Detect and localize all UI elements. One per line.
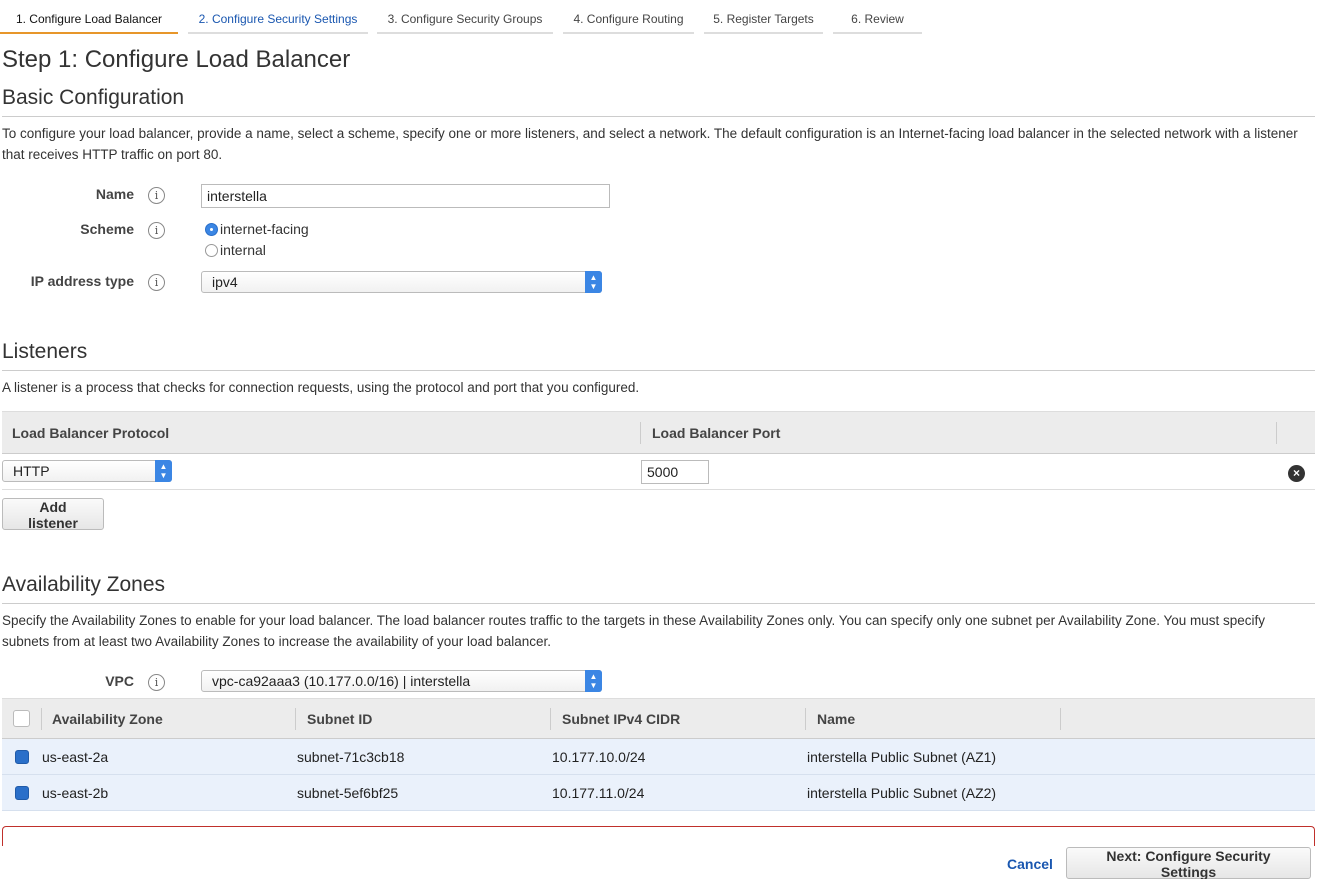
row-checkbox[interactable] (15, 786, 29, 800)
col-subnet-cidr-header: Subnet IPv4 CIDR (562, 711, 681, 727)
tab-register-targets[interactable]: 5. Register Targets (704, 0, 823, 34)
name-input[interactable] (201, 184, 610, 208)
col-name-header: Name (817, 711, 856, 727)
scheme-option-label: internet-facing (220, 221, 309, 237)
col-protocol-header: Load Balancer Protocol (12, 425, 170, 441)
ip-info-icon[interactable]: i (148, 274, 165, 291)
column-separator (41, 708, 42, 730)
ip-address-type-value: ipv4 (212, 274, 238, 290)
radio-unselected-icon[interactable] (205, 243, 218, 257)
scheme-info-icon[interactable]: i (148, 222, 165, 239)
availability-zones-description: Specify the Availability Zones to enable… (2, 613, 1266, 649)
listeners-table-header: Load Balancer Protocol Load Balancer Por… (2, 411, 1315, 454)
wizard-tabs: 1. Configure Load Balancer 2. Configure … (0, 0, 930, 34)
column-separator (1060, 708, 1061, 730)
col-availability-zone-header: Availability Zone (52, 711, 163, 727)
name-label: Name (95, 186, 134, 202)
divider (2, 370, 1315, 371)
divider (2, 603, 1315, 604)
name-info-icon[interactable]: i (148, 187, 165, 204)
error-alert-box (2, 826, 1315, 846)
tab-configure-load-balancer[interactable]: 1. Configure Load Balancer (0, 0, 178, 34)
ip-address-type-select[interactable]: ipv4 ▲ ▼ (201, 271, 602, 293)
listener-protocol-select[interactable]: HTTP ▲ ▼ (2, 460, 172, 482)
basic-config-heading: Basic Configuration (2, 86, 185, 109)
select-arrows-icon: ▲ ▼ (155, 460, 172, 482)
basic-config-description: To configure your load balancer, provide… (2, 126, 1298, 162)
subnet-id-cell: subnet-5ef6bf25 (297, 785, 399, 801)
radio-selected-icon[interactable] (205, 222, 218, 236)
listeners-description: A listener is a process that checks for … (2, 380, 640, 395)
listeners-heading: Listeners (2, 340, 88, 363)
subnet-id-cell: subnet-71c3cb18 (297, 749, 405, 765)
tab-configure-security-groups[interactable]: 3. Configure Security Groups (377, 0, 553, 34)
page-title: Step 1: Configure Load Balancer (2, 46, 351, 73)
column-separator (805, 708, 806, 730)
add-listener-button[interactable]: Add listener (2, 498, 104, 531)
zones-table-header: Availability Zone Subnet ID Subnet IPv4 … (2, 698, 1315, 739)
subnet-name-cell: interstella Public Subnet (AZ1) (807, 749, 997, 765)
listener-port-input[interactable] (641, 460, 709, 484)
scheme-option-internal[interactable]: internal (205, 242, 266, 258)
select-arrows-icon: ▲ ▼ (585, 271, 602, 293)
cancel-button[interactable]: Cancel (1007, 856, 1053, 872)
subnet-cidr-cell: 10.177.10.0/24 (552, 749, 646, 765)
select-arrows-icon: ▲ ▼ (585, 670, 602, 692)
subnet-name-cell: interstella Public Subnet (AZ2) (807, 785, 997, 801)
column-separator (550, 708, 551, 730)
subnet-cidr-cell: 10.177.11.0/24 (552, 785, 645, 801)
listener-row-divider (2, 489, 1315, 490)
row-checkbox[interactable] (15, 750, 29, 764)
column-separator (640, 422, 641, 444)
scheme-option-internet-facing[interactable]: internet-facing (205, 221, 309, 237)
table-row[interactable]: us-east-2a subnet-71c3cb18 10.177.10.0/2… (2, 739, 1315, 775)
scheme-label: Scheme (80, 221, 134, 237)
tab-configure-security-settings[interactable]: 2. Configure Security Settings (188, 0, 368, 34)
scheme-option-label: internal (220, 242, 266, 258)
ip-address-type-label: IP address type (30, 273, 134, 289)
availability-zones-heading: Availability Zones (2, 573, 166, 596)
divider (2, 116, 1315, 117)
listener-protocol-value: HTTP (13, 463, 50, 479)
col-subnet-id-header: Subnet ID (307, 711, 373, 727)
vpc-select[interactable]: vpc-ca92aaa3 (10.177.0.0/16) | interstel… (201, 670, 602, 692)
column-separator (1276, 422, 1277, 444)
vpc-info-icon[interactable]: i (148, 674, 165, 691)
vpc-value: vpc-ca92aaa3 (10.177.0.0/16) | interstel… (212, 673, 471, 689)
remove-listener-icon[interactable]: × (1288, 465, 1305, 482)
column-separator (295, 708, 296, 730)
tab-review[interactable]: 6. Review (833, 0, 922, 34)
col-port-header: Load Balancer Port (652, 425, 781, 441)
tab-configure-routing[interactable]: 4. Configure Routing (563, 0, 694, 34)
zone-cell: us-east-2b (42, 785, 109, 801)
next-configure-security-settings-button[interactable]: Next: Configure Security Settings (1066, 847, 1311, 879)
zone-cell: us-east-2a (42, 749, 109, 765)
select-all-checkbox[interactable] (13, 710, 30, 727)
table-row[interactable]: us-east-2b subnet-5ef6bf25 10.177.11.0/2… (2, 775, 1315, 811)
vpc-label: VPC (105, 673, 134, 689)
